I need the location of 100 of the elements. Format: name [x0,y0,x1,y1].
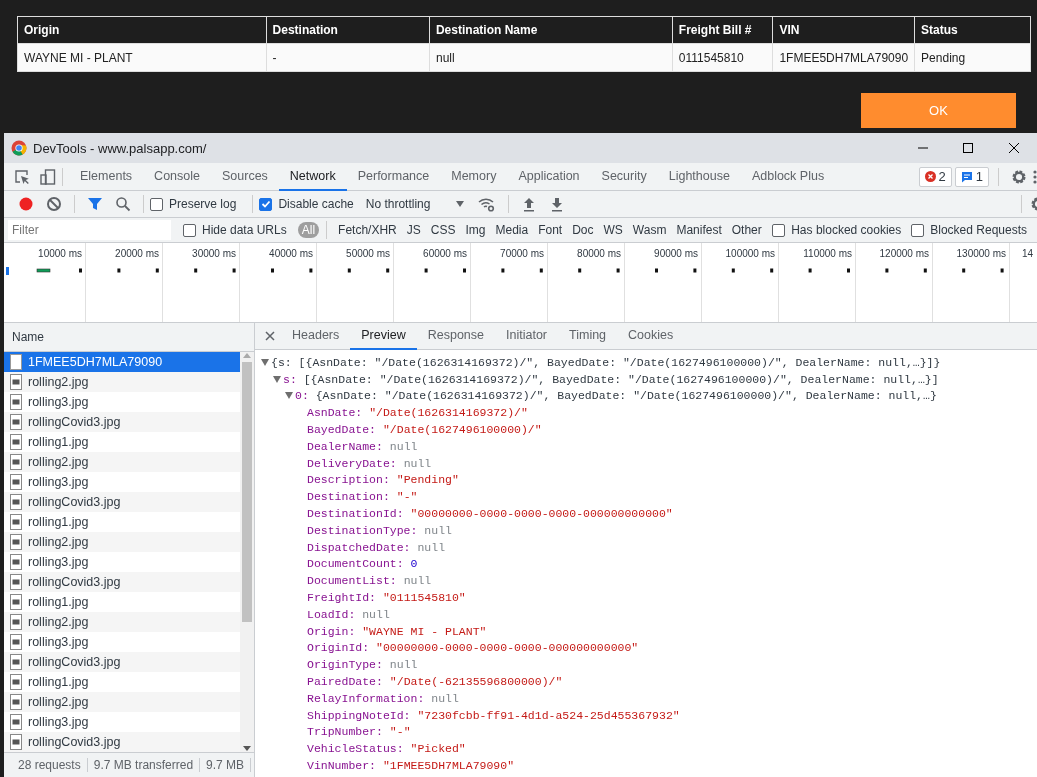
search-icon[interactable] [115,196,131,212]
image-file-icon [10,554,22,570]
request-row[interactable]: 1FMEE5DH7MLA79090 [4,352,240,372]
detail-tab[interactable]: Initiator [495,323,558,350]
request-row[interactable]: rollingCovid3.jpg [4,732,240,752]
request-row[interactable]: rollingCovid3.jpg [4,492,240,512]
device-toolbar-icon[interactable] [40,168,56,185]
throttling-select[interactable]: No throttling [365,197,465,211]
property-line: Origin: "WAYNE MI - PLANT" [307,624,487,638]
error-count-badge[interactable]: 2 [918,166,952,187]
caret-icon [456,201,465,207]
request-row[interactable]: rollingCovid3.jpg [4,412,240,432]
devtools-tab[interactable]: Security [590,162,658,191]
devtools-tab[interactable]: Elements [69,162,144,191]
resource-type-filter[interactable]: Doc [568,222,598,238]
checkbox[interactable] [911,223,925,237]
request-row[interactable]: rolling2.jpg [4,452,240,472]
scrollbar[interactable] [240,352,254,752]
checkbox[interactable] [150,197,163,211]
devtools-tab[interactable]: Sources [211,162,279,191]
network-conditions-icon[interactable] [478,196,497,212]
filter-icon[interactable] [87,196,103,212]
table-cell: 1FMEE5DH7MLA79090 [772,43,915,72]
detail-tab[interactable]: Headers [281,323,351,350]
inspect-icon[interactable] [14,168,30,185]
request-row[interactable]: rollingCovid3.jpg [4,572,240,592]
message-count-badge[interactable]: 1 [954,166,989,187]
timeline-tick-label: 130000 ms [956,248,1006,259]
detail-tab[interactable]: Preview [350,323,417,350]
image-file-icon [10,654,22,670]
close-icon[interactable] [1008,142,1020,154]
devtools-tab[interactable]: Performance [346,162,441,191]
expand-triangle-icon[interactable] [261,358,269,366]
image-file-icon [10,434,22,450]
column-header: Destination Name [429,16,673,44]
tree-node-label[interactable]: {s: [{AsnDate: "/Date(1626314169372)/", BayedDate: "/Date(1627496100000)/", DealerName: null,…}]} [271,355,941,369]
property-line: FreightId: "0111545810" [307,591,466,605]
column-header: Freight Bill # [672,16,773,44]
checkbox[interactable] [183,223,196,237]
request-row[interactable]: rolling2.jpg [4,532,240,552]
property-line: PairedDate: "/Date(-62135596800000)/" [307,675,563,689]
window-title: DevTools - www.palsapp.com/ [33,140,208,156]
checkbox[interactable] [259,197,273,211]
devtools-tab[interactable]: Adblock Plus [740,162,836,191]
resource-type-filter[interactable]: Other [727,222,766,238]
request-row[interactable]: rolling2.jpg [4,372,240,392]
resource-type-filter[interactable]: WS [599,222,627,238]
resource-type-filter[interactable]: Wasm [628,222,671,238]
property-line: VinNumber: "1FMEE5DH7MLA79090" [307,759,515,772]
timeline-tick-label: 80000 ms [577,248,621,259]
resource-type-filter[interactable]: Manifest [672,222,726,238]
resource-type-filter[interactable]: Fetch/XHR [334,222,401,238]
column-header: Name [4,323,254,352]
image-file-icon [10,674,22,690]
expand-triangle-icon[interactable] [273,375,281,383]
devtools-tab[interactable]: Console [143,162,211,191]
property-line: BayedDate: "/Date(1627496100000)/" [307,423,542,437]
column-header: VIN [772,16,915,44]
image-file-icon [10,634,22,650]
request-row[interactable]: rollingCovid3.jpg [4,652,240,672]
devtools-tab[interactable]: Application [507,162,591,191]
image-file-icon [10,474,22,490]
timeline-tick-label: 60000 ms [423,248,467,259]
checkbox[interactable] [772,223,786,237]
tree-node-label[interactable]: 0: {AsnDate: "/Date(1626314169372)/", BayedDate: "/Date(1627496100000)/", DealerName: null,…} [295,389,937,403]
request-row[interactable]: rolling2.jpg [4,612,240,632]
resource-type-filter[interactable]: Font [534,222,567,238]
tree-node-label[interactable]: s: [{AsnDate: "/Date(1626314169372)/", BayedDate: "/Date(1627496100000)/", DealerName: null,…}] [283,372,939,386]
maximize-icon[interactable] [962,142,974,154]
request-row[interactable]: rolling2.jpg [4,692,240,712]
detail-tab[interactable]: Timing [558,323,618,350]
devtools-tab[interactable]: Memory [440,162,508,191]
expand-triangle-icon[interactable] [285,392,293,400]
table-cell: Pending [914,43,1031,72]
table-cell: WAYNE MI - PLANT [17,43,267,72]
image-file-icon [10,574,22,590]
resource-type-filter[interactable]: Media [491,222,533,238]
browser-logo-icon [11,140,27,156]
settings-icon[interactable] [1011,168,1027,185]
filter-field[interactable]: Filter [8,220,171,240]
timeline-tick-label: 100000 ms [725,248,775,259]
property-line: DestinationId: "00000000-0000-0000-0000-000000000000" [307,507,673,521]
more-options-icon[interactable] [1033,169,1037,184]
property-line: LoadId: null [307,607,390,621]
detail-tab[interactable]: Response [416,323,495,350]
devtools-tab[interactable]: Lighthouse [657,162,741,191]
detail-tab[interactable]: Cookies [617,323,685,350]
clear-icon[interactable] [46,196,62,212]
resource-type-filter[interactable]: JS [402,222,425,238]
checkbox-label: Blocked Requests [930,223,1027,237]
resource-type-filter[interactable]: Img [461,222,490,238]
resource-type-filter[interactable]: CSS [426,222,460,238]
timeline-tick-label: 90000 ms [654,248,698,259]
image-file-icon [10,534,22,550]
property-line: DispatchedDate: null [307,540,446,554]
checkbox-label: Has blocked cookies [791,223,902,237]
record-icon[interactable] [18,196,34,212]
property-line: VehicleStatus: "Picked" [307,742,466,756]
image-file-icon [10,734,22,750]
image-file-icon [10,394,22,410]
